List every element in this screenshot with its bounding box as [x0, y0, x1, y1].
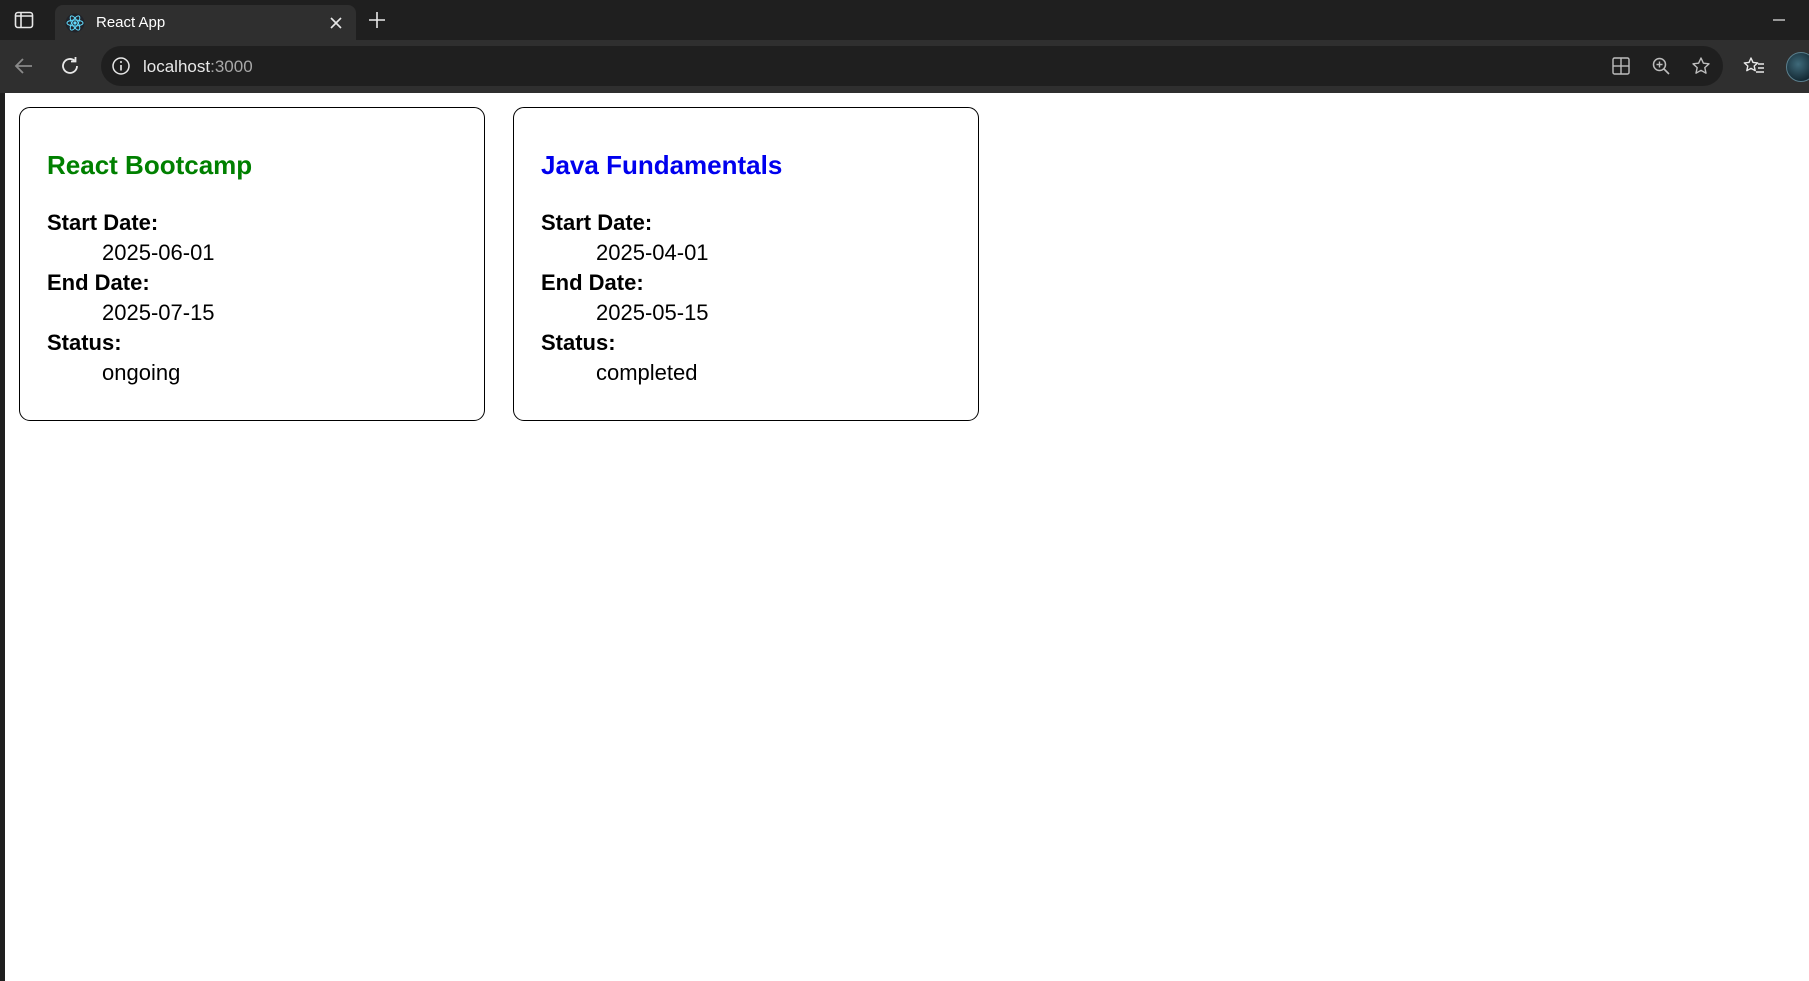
back-arrow-icon — [14, 58, 32, 74]
status-value: completed — [596, 360, 698, 385]
status-value: ongoing — [102, 360, 181, 385]
url-port: :3000 — [210, 57, 253, 76]
course-card: React Bootcamp Start Date: 2025-06-01 En… — [19, 107, 485, 421]
page-viewport: React Bootcamp Start Date: 2025-06-01 En… — [5, 93, 1809, 981]
zoom-button[interactable] — [1650, 55, 1672, 77]
new-tab-button[interactable] — [364, 8, 390, 32]
end-date-label: End Date: — [541, 270, 644, 295]
browser-toolbar: localhost:3000 — [0, 40, 1809, 93]
end-date-value: 2025-05-15 — [596, 300, 709, 325]
react-logo-icon — [65, 13, 85, 33]
tab-strip: React App — [0, 0, 1809, 40]
plus-icon — [369, 12, 385, 28]
reload-icon — [62, 57, 78, 74]
end-date-value: 2025-07-15 — [102, 300, 215, 325]
status-label: Status: — [47, 330, 122, 355]
course-title: Java Fundamentals — [541, 150, 783, 180]
minimize-button[interactable] — [1767, 8, 1791, 32]
url-host: localhost — [143, 57, 211, 76]
tab-actions-icon — [14, 11, 34, 29]
profile-avatar[interactable] — [1786, 52, 1809, 82]
status-label: Status: — [541, 330, 616, 355]
info-icon[interactable] — [111, 56, 131, 76]
end-date-label: End Date: — [47, 270, 150, 295]
start-date-value: 2025-06-01 — [102, 240, 215, 265]
url-text[interactable]: localhost:3000 — [143, 57, 253, 77]
close-icon — [330, 17, 342, 29]
favorites-button[interactable] — [1742, 54, 1766, 78]
back-button[interactable] — [10, 52, 38, 80]
start-date-value: 2025-04-01 — [596, 240, 709, 265]
browser-tab[interactable]: React App — [55, 5, 356, 40]
course-card: Java Fundamentals Start Date: 2025-04-01… — [513, 107, 979, 421]
minimize-icon — [1773, 19, 1785, 21]
course-card-list: React Bootcamp Start Date: 2025-06-01 En… — [19, 107, 979, 421]
star-icon — [1692, 57, 1710, 74]
reload-button[interactable] — [56, 52, 84, 80]
course-title: React Bootcamp — [47, 150, 253, 180]
apps-icon — [1612, 57, 1630, 75]
address-bar[interactable]: localhost:3000 — [101, 46, 1723, 86]
favorite-button[interactable] — [1690, 55, 1712, 77]
favorites-icon — [1743, 57, 1764, 73]
tab-close-button[interactable] — [326, 13, 346, 33]
start-date-label: Start Date: — [47, 210, 159, 235]
tab-title: React App — [96, 14, 166, 31]
zoom-icon — [1652, 57, 1670, 75]
tab-actions-button[interactable] — [12, 9, 36, 31]
start-date-label: Start Date: — [541, 210, 653, 235]
apps-button[interactable] — [1610, 55, 1632, 77]
